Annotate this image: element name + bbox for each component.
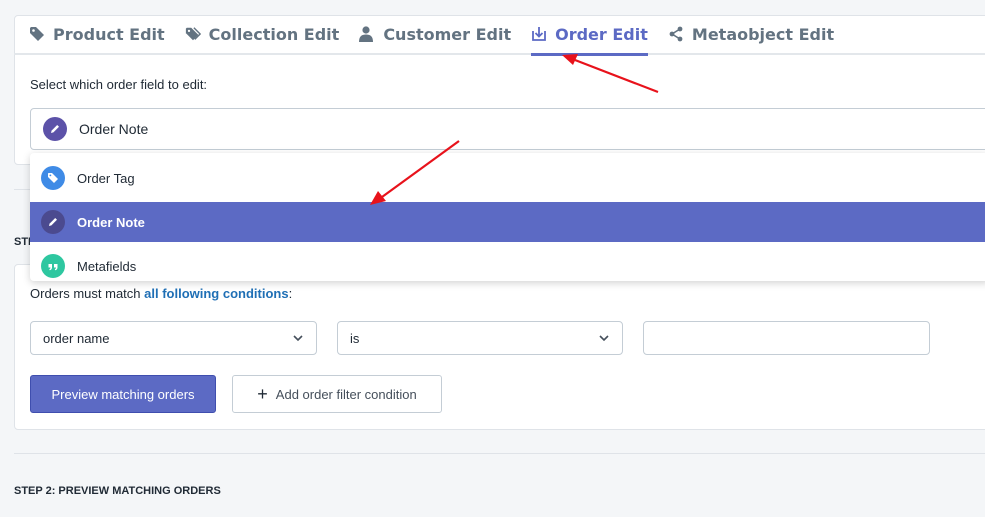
match-conditions-text: Orders must match all following conditio… bbox=[30, 286, 292, 301]
plus-icon: + bbox=[257, 383, 268, 404]
all-conditions-link[interactable]: all following conditions bbox=[144, 286, 288, 301]
chevron-down-icon bbox=[598, 332, 610, 347]
condition-operator-value: is bbox=[350, 330, 360, 346]
tab-label: Metaobject Edit bbox=[691, 24, 835, 44]
pencil-icon bbox=[43, 117, 67, 141]
tab-label: Customer Edit bbox=[383, 24, 512, 44]
option-metafields[interactable]: Metafields bbox=[30, 246, 985, 281]
condition-operator-select[interactable]: is bbox=[337, 321, 623, 355]
tags-icon bbox=[185, 26, 201, 42]
divider bbox=[14, 453, 985, 454]
order-field-select[interactable]: Order Note bbox=[30, 108, 985, 150]
tab-order-edit[interactable]: Order Edit bbox=[531, 14, 648, 56]
option-label: Metafields bbox=[77, 258, 137, 274]
preview-button-label: Preview matching orders bbox=[51, 386, 195, 402]
option-order-tag[interactable]: Order Tag bbox=[30, 158, 985, 198]
tab-label: Product Edit bbox=[53, 24, 165, 44]
tab-metaobject-edit[interactable]: Metaobject Edit bbox=[668, 14, 834, 54]
tag-icon bbox=[41, 166, 65, 190]
option-label: Order Note bbox=[77, 214, 145, 230]
tab-customer-edit[interactable]: Customer Edit bbox=[359, 14, 511, 54]
chevron-down-icon bbox=[292, 332, 304, 347]
step2-heading: STEP 2: PREVIEW MATCHING ORDERS bbox=[14, 485, 221, 497]
tab-collection-edit[interactable]: Collection Edit bbox=[185, 14, 340, 54]
condition-field-select[interactable]: order name bbox=[30, 321, 317, 355]
condition-field-value: order name bbox=[43, 330, 110, 346]
share-icon bbox=[668, 26, 684, 42]
order-field-dropdown: Order Tag Order Note Metafields bbox=[30, 153, 985, 281]
field-select-label: Select which order field to edit: bbox=[30, 77, 208, 92]
add-order-filter-button[interactable]: + Add order filter condition bbox=[232, 375, 442, 413]
quote-icon bbox=[41, 254, 65, 278]
match-prefix: Orders must match bbox=[30, 286, 145, 301]
edit-type-tabs: Product Edit Collection Edit Customer Ed… bbox=[14, 14, 985, 56]
pencil-icon bbox=[41, 210, 65, 234]
condition-value-input[interactable] bbox=[643, 321, 930, 355]
option-label: Order Tag bbox=[77, 170, 135, 186]
add-filter-button-label: Add order filter condition bbox=[275, 386, 417, 402]
match-suffix: : bbox=[288, 286, 293, 301]
selected-field-value: Order Note bbox=[79, 121, 149, 137]
user-icon bbox=[359, 26, 375, 42]
tag-icon bbox=[29, 26, 45, 42]
tab-product-edit[interactable]: Product Edit bbox=[29, 14, 165, 54]
preview-matching-orders-button[interactable]: Preview matching orders bbox=[30, 375, 216, 413]
tab-label: Order Edit bbox=[555, 24, 648, 44]
option-order-note[interactable]: Order Note bbox=[30, 202, 985, 242]
step1-heading: STI bbox=[14, 236, 32, 248]
tab-label: Collection Edit bbox=[208, 24, 340, 44]
download-icon bbox=[531, 26, 547, 42]
